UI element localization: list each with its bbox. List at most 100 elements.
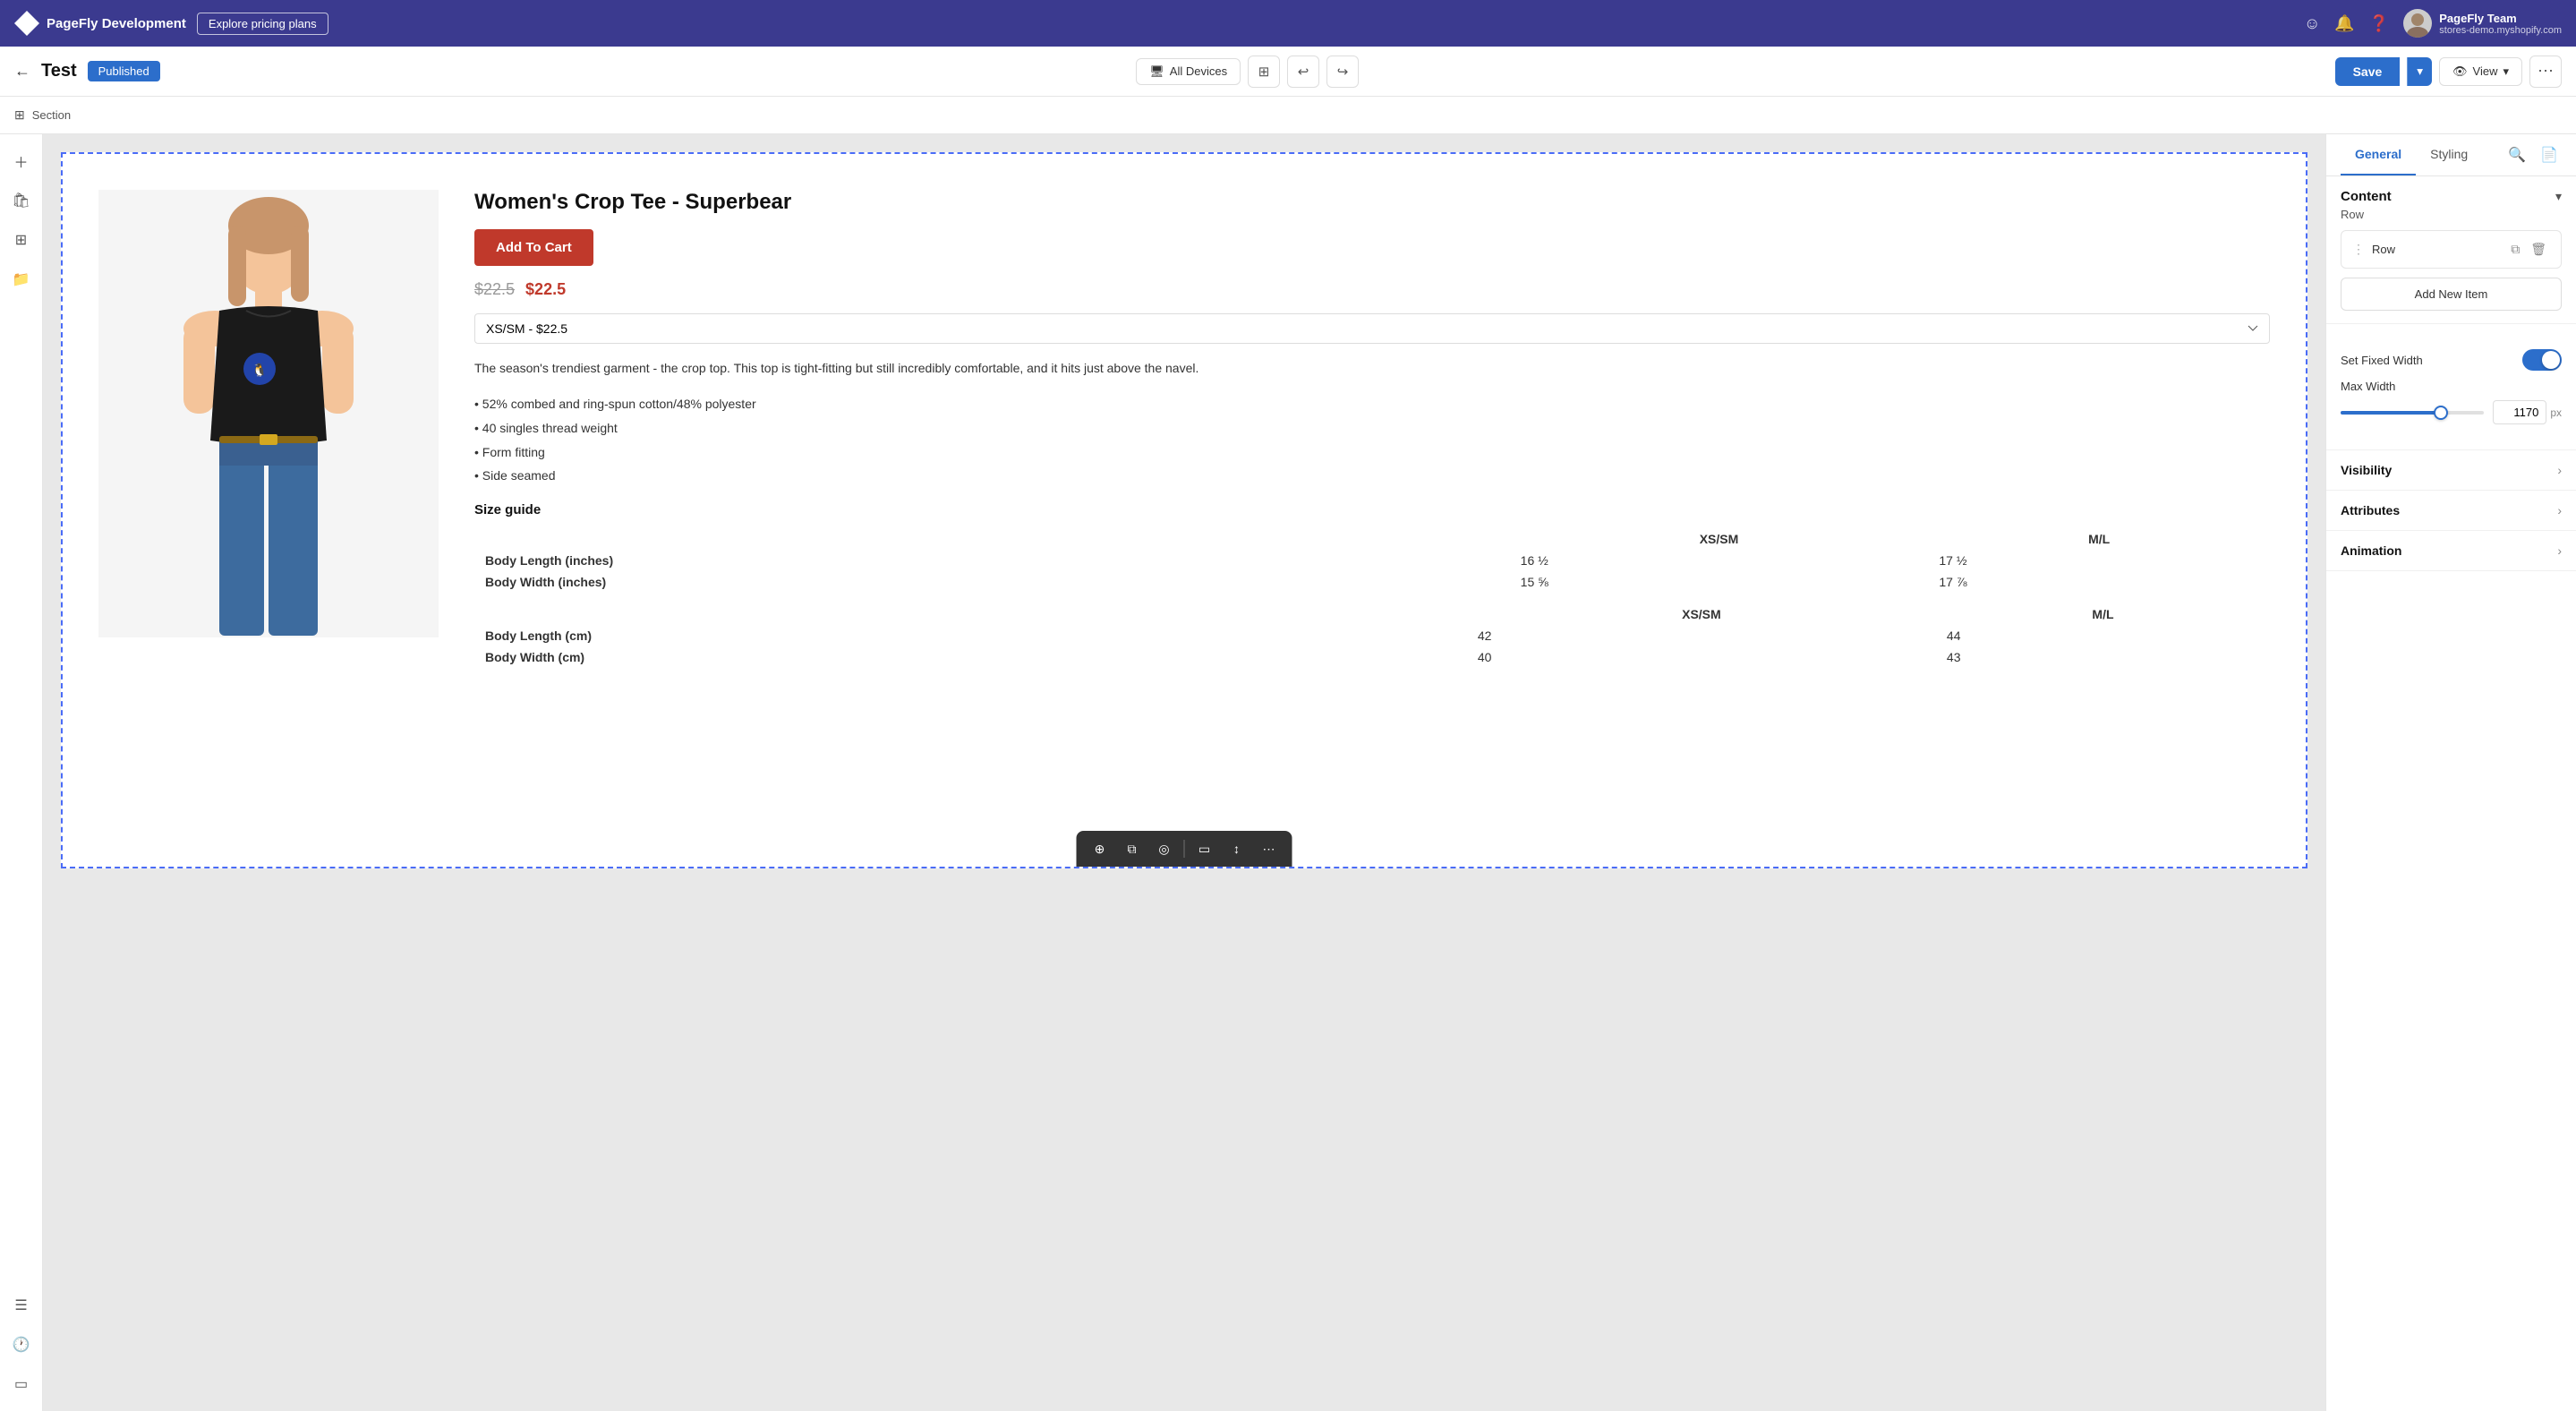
animation-chevron-icon: ›: [2557, 543, 2562, 558]
sidebar-folder-icon[interactable]: 📁: [5, 263, 38, 295]
sidebar-layers-icon[interactable]: ☰: [5, 1289, 38, 1321]
delete-row-button[interactable]: 🗑: [2527, 240, 2550, 259]
panel-tab-group: General Styling: [2341, 134, 2482, 175]
emoji-icon[interactable]: ☺: [2304, 14, 2320, 33]
bottom-copy-icon[interactable]: ⧉: [1120, 836, 1145, 861]
brand-name: PageFly Development: [47, 16, 186, 31]
all-devices-button[interactable]: 🖥 All Devices: [1136, 58, 1241, 85]
bottom-more-icon[interactable]: ⋯: [1257, 836, 1282, 861]
attributes-section[interactable]: Attributes ›: [2326, 491, 2576, 531]
toolbar-center: 🖥 All Devices ⊞ ↩ ↪: [1136, 56, 1359, 88]
add-new-item-button[interactable]: Add New Item: [2341, 278, 2562, 311]
page-icon[interactable]: 📄: [2537, 142, 2562, 167]
slider-row: px: [2341, 400, 2562, 424]
canvas-inner: 🐧 Women's Crop Tee -: [61, 152, 2307, 868]
redo-button[interactable]: ↪: [1326, 56, 1359, 88]
user-domain: stores-demo.myshopify.com: [2439, 25, 2562, 36]
size-table-inches: XS/SM M/L Body Length (inches) 16 ½ 17 ½: [474, 528, 2270, 593]
nav-left: PageFly Development Explore pricing plan…: [14, 11, 328, 36]
product-features: • 52% combed and ring-spun cotton/48% po…: [474, 392, 2270, 487]
monitor-icon: 🖥: [1149, 64, 1164, 79]
search-icon[interactable]: 🔍: [2504, 142, 2529, 167]
undo-button[interactable]: ↩: [1287, 56, 1319, 88]
content-chevron-icon: ▾: [2555, 189, 2562, 204]
product-image-svg: 🐧: [134, 190, 403, 637]
view-button[interactable]: 👁 View ▾: [2439, 57, 2522, 86]
toggle-knob: [2542, 351, 2560, 369]
add-to-cart-button[interactable]: Add To Cart: [474, 229, 593, 266]
save-button[interactable]: Save: [2335, 57, 2401, 86]
canvas-area: 🐧 Women's Crop Tee -: [43, 134, 2325, 1411]
section-grid-icon: ⊞: [14, 107, 25, 123]
sidebar-template-icon[interactable]: ▭: [5, 1368, 38, 1400]
bottom-move-icon[interactable]: ↕: [1224, 836, 1250, 861]
row-item-actions: ⧉ 🗑: [2507, 240, 2550, 259]
sidebar-add-icon[interactable]: ＋: [5, 145, 38, 177]
bottom-divider: [1184, 840, 1185, 858]
max-width-row: Max Width px: [2341, 380, 2562, 424]
table-row: Body Length (inches) 16 ½ 17 ½: [474, 550, 2270, 571]
editor-toolbar: ← Test Published 🖥 All Devices ⊞ ↩ ↪ Sav…: [0, 47, 2576, 97]
product-section: 🐧 Women's Crop Tee -: [63, 154, 2306, 704]
avatar: [2403, 9, 2432, 38]
attributes-label: Attributes: [2341, 503, 2400, 517]
slider-thumb[interactable]: [2434, 406, 2448, 420]
table-row: Body Width (inches) 15 ⅝ 17 ⅞: [474, 571, 2270, 593]
panel-tabs: General Styling 🔍 📄: [2326, 134, 2576, 176]
logo-diamond-icon: [14, 11, 39, 36]
bell-icon[interactable]: 🔔: [2334, 14, 2354, 33]
product-title: Women's Crop Tee - Superbear: [474, 190, 2270, 215]
size-guide-title: Size guide: [474, 502, 2270, 517]
left-sidebar: ＋ 🛍 ⊞ 📁 ☰ 🕐 ▭: [0, 134, 43, 1411]
variant-select[interactable]: XS/SM - $22.5: [474, 313, 2270, 344]
pagefly-logo: PageFly Development: [14, 11, 186, 36]
row-label: Row: [2341, 208, 2562, 221]
toolbar-left: ← Test Published: [14, 61, 160, 81]
size-table-cm: XS/SM M/L Body Length (cm) 42 44 B: [474, 603, 2270, 668]
fixed-width-section: Set Fixed Width Max Width px: [2326, 324, 2576, 450]
price-row: $22.5 $22.5: [474, 280, 2270, 299]
published-badge: Published: [88, 61, 160, 81]
max-width-input[interactable]: [2493, 400, 2546, 424]
sidebar-store-icon[interactable]: 🛍: [5, 184, 38, 217]
slider-fill: [2341, 411, 2441, 415]
eye-icon: 👁: [2452, 64, 2468, 79]
product-description: The season's trendiest garment - the cro…: [474, 358, 2270, 378]
sidebar-grid-icon[interactable]: ⊞: [5, 224, 38, 256]
animation-section[interactable]: Animation ›: [2326, 531, 2576, 571]
svg-text:🐧: 🐧: [252, 363, 267, 378]
help-icon[interactable]: ❓: [2369, 14, 2389, 33]
content-title: Content: [2341, 189, 2392, 204]
tab-styling[interactable]: Styling: [2416, 134, 2482, 175]
copy-row-button[interactable]: ⧉: [2507, 240, 2523, 259]
page-title: Test: [41, 61, 77, 81]
content-section-header[interactable]: Content ▾: [2341, 189, 2562, 204]
save-dropdown-button[interactable]: ▾: [2407, 57, 2432, 86]
bottom-target-icon[interactable]: ◎: [1152, 836, 1177, 861]
row-item-label: Row: [2372, 243, 2500, 256]
tab-general[interactable]: General: [2341, 134, 2416, 175]
row-item: ⋮ Row ⧉ 🗑: [2341, 230, 2562, 269]
user-text: PageFly Team stores-demo.myshopify.com: [2439, 12, 2562, 36]
slider-track[interactable]: [2341, 411, 2484, 415]
back-button[interactable]: ←: [14, 62, 30, 81]
bottom-layout-icon[interactable]: ▭: [1192, 836, 1217, 861]
breadcrumb: Section: [32, 108, 71, 122]
nav-right: ☺ 🔔 ❓ PageFly Team stores-demo.myshopify…: [2304, 9, 2562, 38]
more-options-button[interactable]: ⋯: [2529, 56, 2562, 88]
breadcrumb-bar: ⊞ Section: [0, 97, 2576, 134]
bottom-toolbar: ⊕ ⧉ ◎ ▭ ↕ ⋯: [1077, 831, 1292, 867]
attributes-chevron-icon: ›: [2557, 503, 2562, 517]
toolbar-right: Save ▾ 👁 View ▾ ⋯: [2335, 56, 2562, 88]
panel-icons: 🔍 📄: [2504, 142, 2562, 167]
fixed-width-toggle[interactable]: [2522, 349, 2562, 371]
drag-handle-icon[interactable]: ⋮: [2352, 242, 2365, 257]
sidebar-history-icon[interactable]: 🕐: [5, 1329, 38, 1361]
user-name: PageFly Team: [2439, 12, 2562, 25]
layout-icon-button[interactable]: ⊞: [1248, 56, 1280, 88]
visibility-chevron-icon: ›: [2557, 463, 2562, 477]
explore-pricing-button[interactable]: Explore pricing plans: [197, 13, 328, 35]
bottom-add-icon[interactable]: ⊕: [1088, 836, 1113, 861]
product-image: 🐧: [98, 190, 439, 637]
visibility-section[interactable]: Visibility ›: [2326, 450, 2576, 491]
